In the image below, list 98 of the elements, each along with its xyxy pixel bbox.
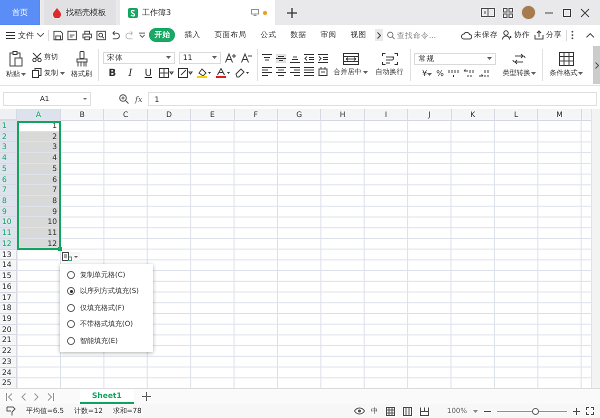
eye-icon[interactable] bbox=[354, 407, 365, 415]
normal-view-icon[interactable] bbox=[386, 406, 395, 416]
autofill-options-button[interactable] bbox=[62, 252, 80, 262]
fill-color-icon[interactable] bbox=[197, 68, 212, 78]
thousands-separator-icon[interactable] bbox=[448, 68, 459, 78]
justify-icon[interactable] bbox=[304, 67, 314, 76]
radio-button[interactable] bbox=[67, 320, 75, 328]
caret-icon bbox=[83, 98, 87, 100]
caret-icon bbox=[531, 72, 536, 74]
document-tab[interactable]: 工作簿3 bbox=[120, 0, 275, 25]
caret-icon bbox=[37, 33, 44, 37]
avatar-circle[interactable] bbox=[521, 5, 536, 20]
collapse-ribbon-icon[interactable] bbox=[586, 32, 594, 38]
print-icon[interactable] bbox=[82, 30, 92, 40]
caret-icon[interactable] bbox=[473, 410, 478, 412]
print-preview-icon[interactable] bbox=[96, 30, 106, 40]
chevron-right-icon bbox=[594, 62, 599, 68]
align-right-icon[interactable] bbox=[290, 67, 300, 76]
caret-icon bbox=[166, 56, 171, 59]
page-layout-icon[interactable] bbox=[402, 406, 412, 416]
last-sheet-icon[interactable] bbox=[47, 392, 54, 400]
caret-icon bbox=[362, 70, 368, 74]
save-icon[interactable] bbox=[52, 30, 64, 40]
decrease-font-icon[interactable] bbox=[240, 52, 253, 62]
export-icon[interactable] bbox=[67, 30, 78, 40]
increase-font-icon[interactable] bbox=[224, 52, 237, 62]
decrease-indent-icon[interactable] bbox=[304, 54, 314, 63]
clipboard-icon bbox=[62, 252, 72, 262]
previous-sheet-icon[interactable] bbox=[21, 392, 26, 400]
person-icon bbox=[502, 30, 512, 40]
table-grid-icon bbox=[558, 52, 574, 66]
currency-button[interactable]: ¥ bbox=[422, 68, 432, 78]
increase-decimal-icon[interactable] bbox=[462, 68, 474, 78]
decrease-decimal-icon[interactable] bbox=[478, 68, 489, 78]
caret-icon bbox=[212, 56, 217, 59]
text-style-button[interactable]: U bbox=[141, 68, 156, 78]
reading-mode-icon[interactable] bbox=[481, 8, 495, 17]
radio-button[interactable] bbox=[67, 287, 75, 296]
cell-style-icon[interactable] bbox=[178, 68, 194, 78]
fullscreen-icon[interactable] bbox=[586, 407, 594, 415]
radio-button[interactable] bbox=[67, 304, 75, 312]
border-icon[interactable] bbox=[159, 68, 174, 78]
flame-logo-icon bbox=[52, 8, 62, 18]
caret-icon bbox=[578, 72, 584, 74]
grid-apps-icon[interactable] bbox=[503, 8, 513, 18]
more-tabs-button[interactable] bbox=[375, 29, 383, 41]
maximize-icon[interactable] bbox=[562, 8, 572, 18]
radio-button[interactable] bbox=[67, 336, 75, 345]
add-sheet-icon[interactable] bbox=[142, 392, 151, 401]
new-tab-icon[interactable] bbox=[287, 8, 297, 18]
zoom-in-icon[interactable] bbox=[573, 408, 580, 414]
distributed-align-icon[interactable] bbox=[318, 67, 328, 76]
document-tab[interactable]: 找稻壳模板 bbox=[44, 0, 116, 25]
close-icon[interactable] bbox=[580, 8, 590, 18]
caret-icon bbox=[74, 256, 78, 258]
vertical-scrollbar[interactable] bbox=[591, 109, 600, 388]
brush-icon bbox=[76, 51, 88, 67]
align-left-icon[interactable] bbox=[262, 67, 272, 76]
align-center-icon[interactable] bbox=[276, 67, 286, 76]
monitor-icon[interactable] bbox=[251, 9, 259, 16]
caret-icon bbox=[60, 72, 65, 74]
ribbon-scroll-button[interactable] bbox=[593, 46, 600, 84]
next-sheet-icon[interactable] bbox=[34, 392, 39, 400]
more-vertical-icon[interactable] bbox=[570, 30, 574, 40]
percent-button[interactable]: % bbox=[436, 68, 444, 78]
eraser-icon[interactable] bbox=[235, 68, 250, 78]
caret-icon bbox=[427, 72, 432, 76]
convert-arrows-icon bbox=[512, 52, 526, 66]
undo-icon[interactable] bbox=[110, 30, 120, 40]
fx-label[interactable]: fx bbox=[135, 94, 142, 104]
page-break-icon[interactable] bbox=[420, 406, 429, 416]
cloud-icon bbox=[460, 30, 472, 40]
zoom-slider-thumb[interactable] bbox=[532, 408, 539, 414]
align-top-icon[interactable] bbox=[262, 54, 272, 63]
file-menu-button[interactable]: 文件 bbox=[6, 30, 44, 40]
text-style-button[interactable]: I bbox=[123, 68, 138, 78]
copy-icon bbox=[32, 68, 42, 78]
align-bottom-icon[interactable] bbox=[290, 54, 300, 63]
customize-caret-icon[interactable] bbox=[138, 32, 146, 38]
menu-icon bbox=[6, 32, 15, 38]
clipboard-icon bbox=[9, 51, 23, 67]
text-style-button[interactable]: B bbox=[105, 68, 120, 78]
scissors-icon bbox=[32, 52, 42, 62]
caret-icon bbox=[21, 72, 26, 76]
font-color-icon[interactable] bbox=[216, 68, 232, 78]
spreadsheet-logo-icon bbox=[128, 8, 138, 18]
share-icon bbox=[534, 30, 544, 40]
increase-indent-icon[interactable] bbox=[318, 54, 328, 63]
search-icon bbox=[386, 30, 395, 40]
align-middle-icon[interactable] bbox=[276, 54, 286, 63]
chevron-right-icon bbox=[377, 32, 382, 38]
caret-icon bbox=[487, 57, 492, 60]
zoom-icon[interactable] bbox=[119, 94, 129, 104]
radio-button[interactable] bbox=[67, 270, 75, 279]
merge-cells-icon bbox=[342, 53, 359, 65]
first-sheet-icon[interactable] bbox=[6, 392, 13, 400]
wrap-text-icon bbox=[382, 53, 398, 65]
macro-icon[interactable] bbox=[6, 406, 16, 416]
